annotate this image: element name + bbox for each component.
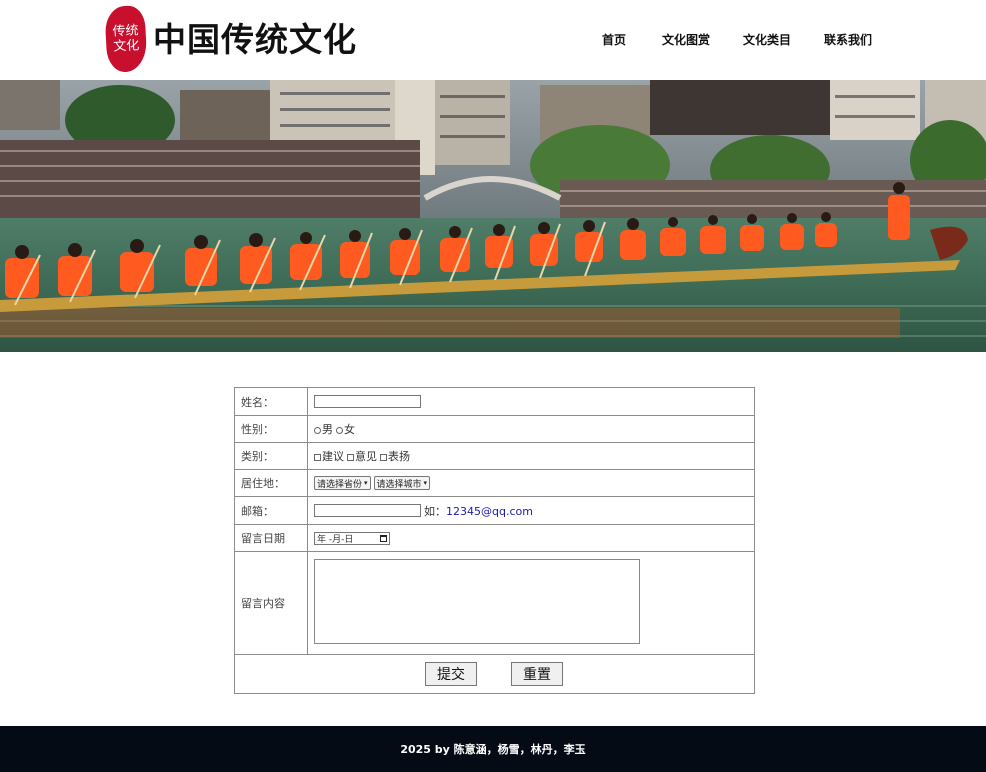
submit-button[interactable]: 提交 [425,662,477,686]
province-select-value: 请选择省份 [317,479,363,490]
email-value-cell: 如：12345@qq.com [314,497,754,524]
radio-icon[interactable] [336,426,343,434]
form-row-date: 留言日期 年 -月-日 [235,525,754,552]
form-row-email: 邮箱： 如：12345@qq.com [235,497,754,525]
message-textarea[interactable] [314,559,640,644]
form-row-name: 姓名： [235,388,754,416]
residence-label: 居住地： [235,470,308,496]
radio-icon[interactable] [314,426,321,434]
nav-home[interactable]: 首页 [602,31,626,49]
form-row-category: 类别： 建议 意见 表扬 [235,443,754,470]
province-select[interactable]: 请选择省份 ▾ [314,476,371,490]
city-select-value: 请选择城市 [376,479,422,490]
banner-image [0,80,986,352]
chevron-down-icon: ▾ [423,479,428,487]
footer-credits: 2025 by 陈意涵，杨雪，林丹，李玉 [400,743,586,756]
name-input[interactable] [314,395,421,408]
calendar-icon[interactable] [380,534,387,542]
nav-gallery[interactable]: 文化图赏 [662,31,710,49]
gender-male-label: 男 [322,423,333,436]
email-input[interactable] [314,504,421,517]
email-hint: 如：12345@qq.com [424,503,533,519]
chevron-down-icon: ▾ [364,479,368,487]
date-value-cell: 年 -月-日 [314,525,754,551]
gender-option-female[interactable]: 女 [336,421,355,437]
main-nav: 首页 文化图赏 文化类目 联系我们 [0,31,986,51]
gender-label: 性别： [235,416,308,442]
form-row-residence: 居住地： 请选择省份 ▾ 请选择城市 ▾ [235,470,754,497]
category-praise-label: 表扬 [388,450,410,463]
category-label: 类别： [235,443,308,469]
residence-value-cell: 请选择省份 ▾ 请选择城市 ▾ [314,470,754,496]
message-value-cell [314,552,754,654]
date-label: 留言日期 [235,525,308,551]
email-hint-prefix: 如： [424,504,446,518]
name-value-cell [314,388,754,415]
site-header: 传统 文化 中国传统文化 首页 文化图赏 文化类目 联系我们 [0,0,986,80]
checkbox-icon[interactable] [347,453,354,461]
message-form: 姓名： 性别： 男 女 类别： 建议 意见 表扬 居住地： 请选择省份 ▾ 请选择… [234,387,755,694]
category-opinion-label: 意见 [355,450,377,463]
message-label: 留言内容 [235,552,308,654]
category-option-suggestion[interactable]: 建议 [314,448,344,464]
email-label: 邮箱： [235,497,308,524]
gender-female-label: 女 [344,423,355,436]
email-hint-example: 12345@qq.com [446,504,533,518]
checkbox-icon[interactable] [314,453,321,461]
category-value-cell: 建议 意见 表扬 [314,443,754,469]
form-row-message: 留言内容 [235,552,754,655]
gender-option-male[interactable]: 男 [314,421,333,437]
form-row-actions: 提交 重置 [235,655,754,693]
name-label: 姓名： [235,388,308,415]
category-suggestion-label: 建议 [322,450,344,463]
gender-value-cell: 男 女 [314,416,754,442]
dragon-boat-photo [0,80,986,352]
form-row-gender: 性别： 男 女 [235,416,754,443]
nav-categories[interactable]: 文化类目 [743,31,791,49]
city-select[interactable]: 请选择城市 ▾ [373,476,431,490]
date-placeholder: 年 -月-日 [317,534,354,545]
category-option-opinion[interactable]: 意见 [347,448,377,464]
category-option-praise[interactable]: 表扬 [380,448,410,464]
checkbox-icon[interactable] [380,453,387,461]
reset-button[interactable]: 重置 [511,662,563,686]
site-footer: 2025 by 陈意涵，杨雪，林丹，李玉 [0,726,986,772]
nav-contact[interactable]: 联系我们 [824,31,872,49]
date-input[interactable]: 年 -月-日 [314,531,390,545]
